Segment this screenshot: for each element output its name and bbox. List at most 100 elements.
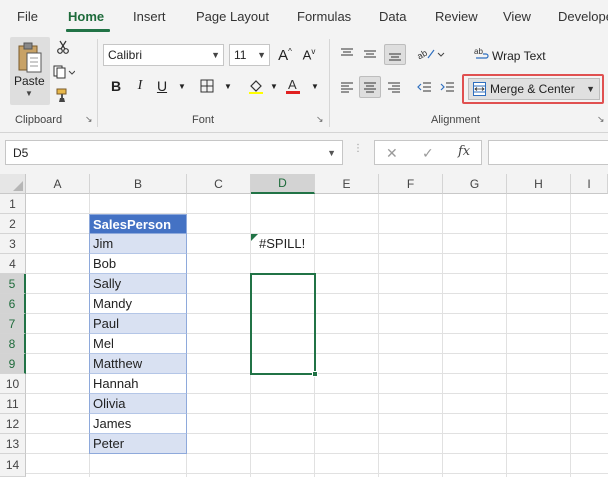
table-cell[interactable]: Peter (89, 434, 187, 454)
tab-insert[interactable]: Insert (133, 9, 166, 24)
select-all-button[interactable] (0, 174, 26, 194)
table-cell[interactable]: Mandy (89, 294, 187, 314)
column-header-d[interactable]: D (251, 174, 315, 194)
cancel-icon[interactable]: ✕ (386, 145, 398, 162)
increase-font-size-button[interactable]: A^ (274, 44, 296, 66)
alignment-launcher-icon[interactable]: ↘ (597, 115, 606, 124)
decrease-font-size-button[interactable]: Av (298, 44, 320, 66)
column-header-a[interactable]: A (26, 174, 90, 194)
insert-function-icon[interactable]: fx (458, 144, 470, 159)
column-header-b[interactable]: B (90, 174, 187, 194)
name-box[interactable]: D5 ▼ (5, 140, 343, 165)
tab-developer[interactable]: Develope (558, 9, 608, 24)
align-center-button[interactable] (359, 76, 381, 98)
underline-dropdown[interactable]: ▼ (171, 75, 193, 97)
table-cell[interactable]: Mel (89, 334, 187, 354)
formula-bar: D5 ▼ ⋮ ✕ ✓ fx (0, 133, 608, 174)
bold-button[interactable]: B (105, 75, 127, 97)
table-header-salesperson[interactable]: SalesPerson (89, 214, 187, 234)
italic-button[interactable]: I (129, 75, 151, 97)
enter-check-icon[interactable]: ✓ (422, 145, 434, 162)
table-cell[interactable]: Paul (89, 314, 187, 334)
paste-label: Paste (14, 74, 45, 88)
chevron-down-icon[interactable]: ▼ (327, 148, 336, 158)
row-header-7[interactable]: 7 (0, 314, 26, 334)
row-header-10[interactable]: 10 (0, 374, 26, 394)
clipboard-launcher-icon[interactable]: ↘ (85, 115, 94, 124)
table-cell[interactable]: Bob (89, 254, 187, 274)
table-cell[interactable]: Olivia (89, 394, 187, 414)
align-middle-icon (364, 50, 376, 58)
column-header-h[interactable]: H (507, 174, 571, 194)
row-header-6[interactable]: 6 (0, 294, 26, 314)
row-header-5[interactable]: 5 (0, 274, 26, 294)
font-color-button[interactable]: A (283, 75, 303, 97)
spill-error-cell[interactable]: #SPILL! (256, 234, 316, 254)
orientation-button[interactable]: ab (416, 44, 446, 64)
table-cell[interactable]: James (89, 414, 187, 434)
tab-data[interactable]: Data (379, 9, 406, 24)
borders-button[interactable] (197, 77, 217, 95)
font-name-combo[interactable]: Calibri ▼ (103, 44, 224, 66)
table-cell[interactable]: Hannah (89, 374, 187, 394)
group-divider (329, 39, 330, 127)
table-cell[interactable]: Jim (89, 234, 187, 254)
bold-icon: B (110, 78, 122, 94)
row-header-14[interactable]: 14 (0, 454, 26, 477)
row-header-4[interactable]: 4 (0, 254, 26, 274)
merge-center-button[interactable]: Merge & Center ▼ (468, 78, 600, 100)
align-top-icon (341, 48, 353, 56)
chevron-down-icon: ▼ (257, 50, 266, 60)
row-header-3[interactable]: 3 (0, 234, 26, 254)
formula-bar-grip-icon[interactable]: ⋮ (353, 144, 363, 154)
row-header-13[interactable]: 13 (0, 434, 26, 454)
underline-button[interactable]: U (151, 75, 173, 97)
clipboard-group-label: Clipboard (15, 114, 63, 126)
wrap-text-icon[interactable]: ab (474, 44, 490, 64)
row-header-12[interactable]: 12 (0, 414, 26, 434)
tab-view[interactable]: View (503, 9, 531, 24)
font-size-combo[interactable]: 11 ▼ (229, 44, 270, 66)
increase-indent-button[interactable] (438, 78, 456, 96)
table-cell[interactable]: Matthew (89, 354, 187, 374)
chevron-down-icon[interactable]: ▼ (586, 84, 595, 94)
column-header-g[interactable]: G (443, 174, 507, 194)
middle-align-button[interactable] (361, 45, 379, 63)
fill-bucket-icon (249, 80, 263, 94)
tab-review[interactable]: Review (435, 9, 478, 24)
align-right-button[interactable] (385, 78, 403, 96)
tab-page-layout[interactable]: Page Layout (196, 9, 269, 24)
decrease-indent-button[interactable] (415, 78, 433, 96)
chevron-down-icon: ▼ (211, 50, 220, 60)
font-launcher-icon[interactable]: ↘ (316, 115, 325, 124)
tab-formulas[interactable]: Formulas (297, 9, 351, 24)
fill-handle[interactable] (312, 371, 318, 377)
increase-font-icon: A^ (278, 46, 292, 64)
row-header-8[interactable]: 8 (0, 334, 26, 354)
column-header-i[interactable]: I (571, 174, 608, 194)
font-color-dropdown[interactable]: ▼ (304, 75, 326, 97)
bottom-align-button[interactable] (384, 44, 406, 65)
column-header-e[interactable]: E (315, 174, 379, 194)
cut-button[interactable] (54, 38, 72, 56)
column-header-c[interactable]: C (187, 174, 251, 194)
fill-color-dropdown[interactable]: ▼ (263, 75, 285, 97)
row-header-11[interactable]: 11 (0, 394, 26, 414)
row-header-1[interactable]: 1 (0, 194, 26, 214)
tab-home[interactable]: Home (68, 9, 104, 24)
formula-input[interactable] (488, 140, 608, 165)
tab-file[interactable]: File (17, 9, 38, 24)
table-cell[interactable]: Sally (89, 274, 187, 294)
format-painter-button[interactable] (54, 86, 72, 104)
row-header-2[interactable]: 2 (0, 214, 26, 234)
align-left-button[interactable] (338, 78, 356, 96)
top-align-button[interactable] (338, 45, 356, 63)
column-header-f[interactable]: F (379, 174, 443, 194)
paste-dropdown-icon[interactable]: ▼ (25, 89, 33, 98)
selected-range[interactable] (250, 273, 316, 375)
wrap-text-button[interactable]: Wrap Text (492, 49, 546, 63)
borders-dropdown[interactable]: ▼ (217, 75, 239, 97)
copy-button[interactable] (52, 63, 76, 81)
row-header-9[interactable]: 9 (0, 354, 26, 374)
worksheet-grid: A B C D E F G H I 1 2 3 4 5 6 7 8 9 10 1… (0, 174, 608, 477)
